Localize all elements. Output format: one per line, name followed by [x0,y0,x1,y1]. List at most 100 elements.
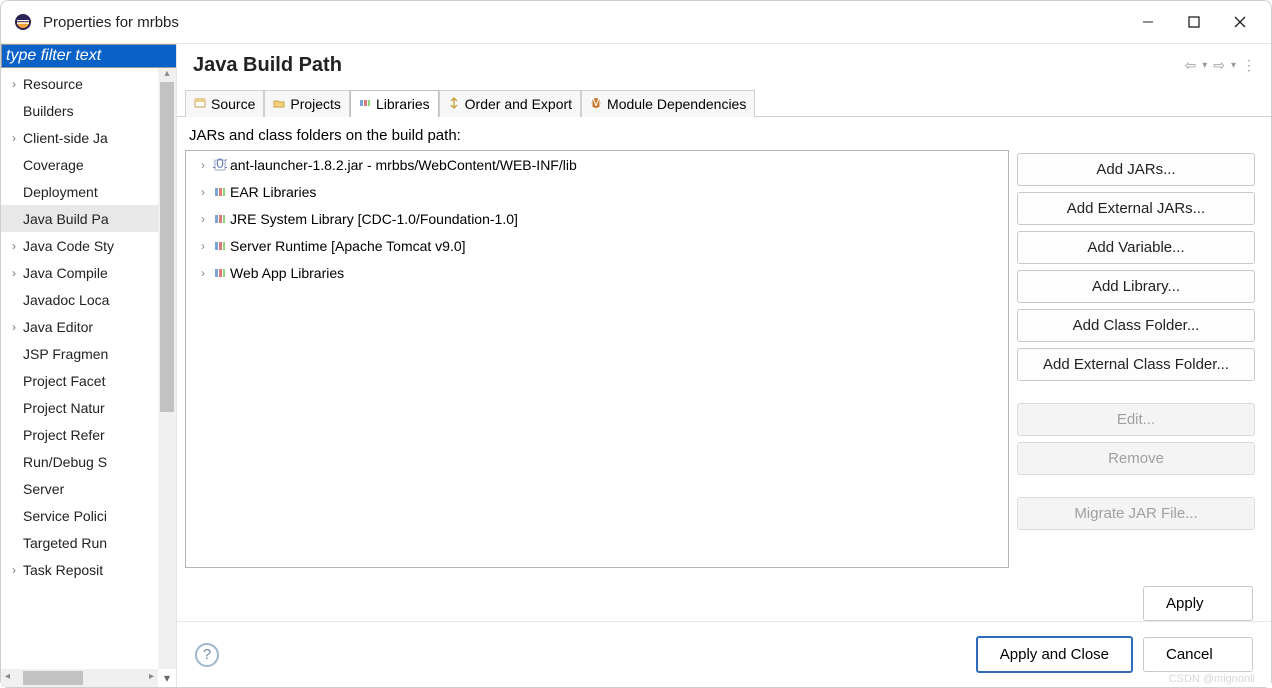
sidebar-item-label: Project Natur [23,400,105,416]
forward-menu-icon[interactable]: ▾ [1231,60,1236,71]
edit-button: Edit... [1017,403,1255,436]
dialog-footer: ? Apply and Close Cancel [177,621,1271,687]
nav-tree[interactable]: ›ResourceBuilders›Client-side JaCoverage… [1,68,158,669]
forward-icon[interactable]: ⇨ [1213,57,1225,74]
filter-box: ✕ [1,44,176,68]
library-icon [210,212,230,226]
list-item-label: Web App Libraries [230,265,344,281]
sidebar-item-label: Client-side Ja [23,130,108,146]
jar-list[interactable]: ›101ant-launcher-1.8.2.jar - mrbbs/WebCo… [185,150,1009,568]
add-variable-button[interactable]: Add Variable... [1017,231,1255,264]
add-library-button[interactable]: Add Library... [1017,270,1255,303]
tab-icon [194,96,206,112]
expand-icon[interactable]: › [5,320,23,334]
sidebar-item-label: Service Polici [23,508,107,524]
list-item[interactable]: › EAR Libraries [186,178,1008,205]
tab[interactable]: Source [185,90,264,117]
expand-icon[interactable]: › [196,239,210,253]
expand-icon[interactable]: › [5,266,23,280]
apply-and-close-button[interactable]: Apply and Close [976,636,1133,673]
list-item-label: JRE System Library [CDC-1.0/Foundation-1… [230,211,518,227]
tab[interactable]: Libraries [350,90,439,117]
tab[interactable]: MModule Dependencies [581,90,755,117]
maximize-button[interactable] [1171,4,1217,40]
svg-text:101: 101 [213,158,227,171]
add-external-class-folder-button[interactable]: Add External Class Folder... [1017,348,1255,381]
sidebar-item-label: Server [23,481,64,497]
add-external-jars-button[interactable]: Add External JARs... [1017,192,1255,225]
tab-label: Libraries [376,96,430,112]
remove-button: Remove [1017,442,1255,475]
tab[interactable]: Projects [264,90,350,117]
sidebar-item[interactable]: ›Java Compile [1,259,158,286]
sidebar-item[interactable]: Java Build Pa [1,205,158,232]
back-menu-icon[interactable]: ▾ [1202,60,1207,71]
sidebar-item[interactable]: Run/Debug S [1,448,158,475]
close-button[interactable] [1217,4,1263,40]
expand-icon[interactable]: › [196,212,210,226]
sidebar-item[interactable]: Coverage [1,151,158,178]
sidebar-item-label: JSP Fragmen [23,346,108,362]
sidebar-item[interactable]: JSP Fragmen [1,340,158,367]
page-title: Java Build Path [193,54,1184,77]
sidebar-item-label: Deployment [23,184,98,200]
sidebar-item-label: Project Facet [23,373,105,389]
sidebar-scrollbar[interactable]: ▴ [158,68,176,669]
expand-icon[interactable]: › [196,266,210,280]
library-icon [210,266,230,280]
list-item[interactable]: › Web App Libraries [186,259,1008,286]
sidebar-item[interactable]: Project Refer [1,421,158,448]
expand-icon[interactable]: › [5,239,23,253]
sidebar-item[interactable]: ›Client-side Ja [1,124,158,151]
sidebar-item[interactable]: ›Java Editor [1,313,158,340]
sidebar-item-label: Run/Debug S [23,454,107,470]
sidebar-item[interactable]: Server [1,475,158,502]
help-icon[interactable]: ? [195,643,219,667]
expand-icon[interactable]: › [5,563,23,577]
tab[interactable]: Order and Export [439,90,581,117]
sidebar-item[interactable]: ›Task Reposit [1,556,158,583]
add-class-folder-button[interactable]: Add Class Folder... [1017,309,1255,342]
sidebar-item-label: Coverage [23,157,84,173]
jar-icon: 101 [210,158,230,172]
sidebar-item[interactable]: ›Java Code Sty [1,232,158,259]
sidebar-item[interactable]: Project Facet [1,367,158,394]
list-item[interactable]: ›Server Runtime [Apache Tomcat v9.0] [186,232,1008,259]
sidebar-item[interactable]: Project Natur [1,394,158,421]
sidebar-item-label: Java Compile [23,265,108,281]
apply-button[interactable]: Apply [1143,586,1253,621]
minimize-button[interactable] [1125,4,1171,40]
expand-icon[interactable]: › [196,158,210,172]
cancel-button[interactable]: Cancel [1143,637,1253,672]
back-icon[interactable]: ⇦ [1184,57,1196,74]
main-panel: Java Build Path ⇦ ▾ ⇨ ▾ ⋮ Source Projects Li… [177,43,1271,687]
tab-bar: Source Projects Libraries Order and ExportM… [177,89,1271,116]
sidebar-item[interactable]: Javadoc Loca [1,286,158,313]
expand-icon[interactable]: › [5,131,23,145]
list-item[interactable]: ›101ant-launcher-1.8.2.jar - mrbbs/WebCo… [186,151,1008,178]
filter-input[interactable] [2,45,177,67]
list-item-label: EAR Libraries [230,184,316,200]
expand-icon[interactable]: › [5,77,23,91]
sidebar-hscroll[interactable]: ◂ ▸ [1,669,158,687]
history-nav: ⇦ ▾ ⇨ ▾ ⋮ [1184,57,1255,74]
sidebar-item-label: Resource [23,76,83,92]
view-menu-icon[interactable]: ⋮ [1242,57,1255,74]
side-buttons: Add JARs... Add External JARs... Add Var… [1017,125,1255,568]
add-jars-button[interactable]: Add JARs... [1017,153,1255,186]
sidebar-collapse-icon[interactable]: ▾ [158,669,176,687]
expand-icon[interactable]: › [196,185,210,199]
tab-icon [273,96,285,112]
sidebar-item[interactable]: Targeted Run [1,529,158,556]
sidebar-item[interactable]: Service Polici [1,502,158,529]
watermark: CSDN @mignonli [1169,673,1255,685]
sidebar-item[interactable]: ›Resource [1,70,158,97]
tab-label: Projects [290,96,341,112]
tab-icon [359,96,371,112]
library-icon [210,185,230,199]
sidebar-item-label: Javadoc Loca [23,292,109,308]
sidebar-item[interactable]: Deployment [1,178,158,205]
sidebar-item-label: Task Reposit [23,562,103,578]
sidebar-item[interactable]: Builders [1,97,158,124]
list-item[interactable]: › JRE System Library [CDC-1.0/Foundation-… [186,205,1008,232]
